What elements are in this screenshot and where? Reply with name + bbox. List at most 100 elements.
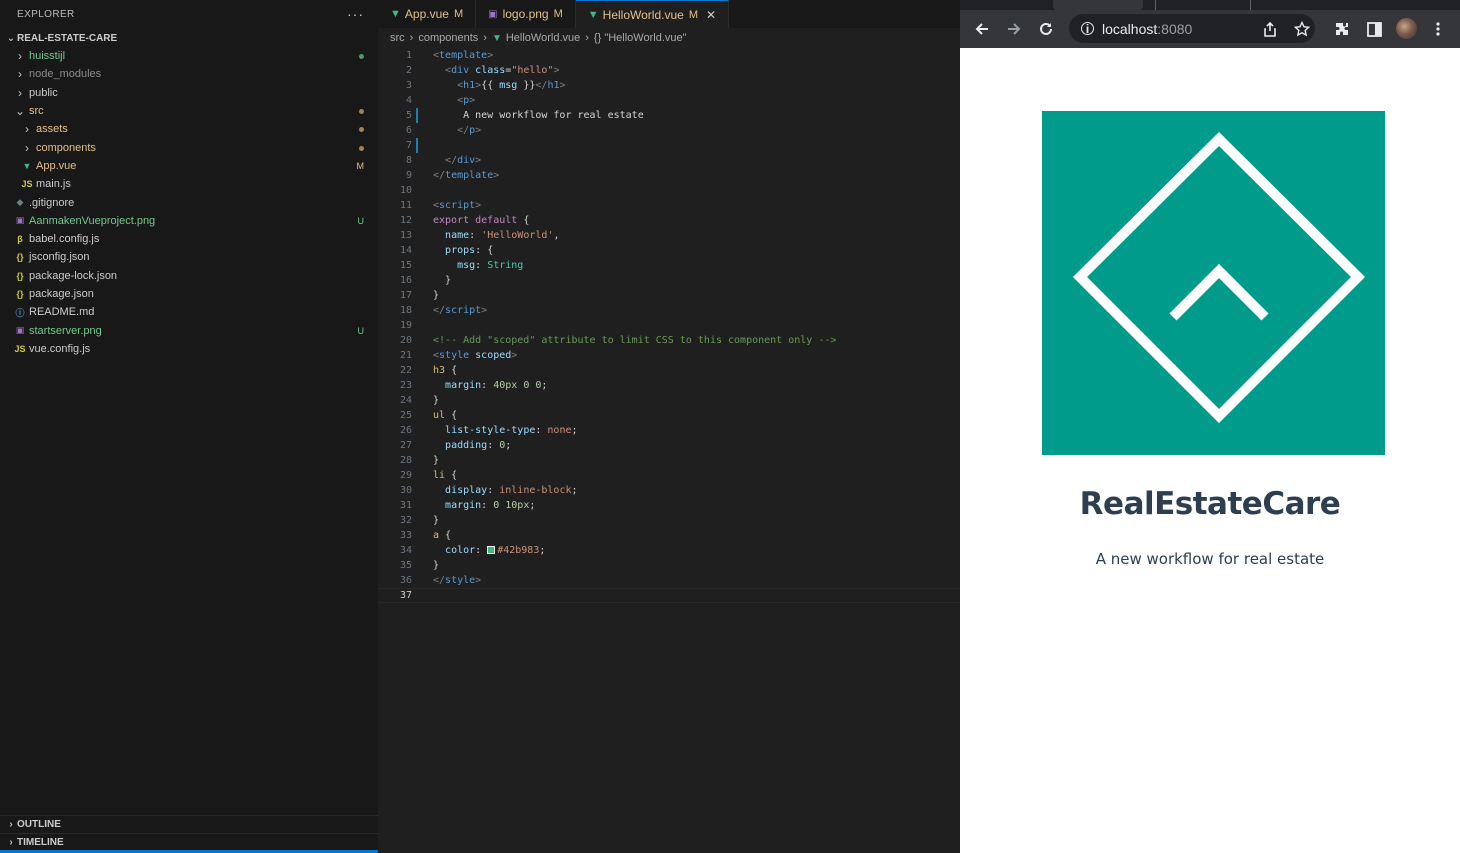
code-line[interactable]: 2 <div class="hello"> (378, 63, 960, 78)
code-line[interactable]: 14 props: { (378, 243, 960, 258)
timeline-panel[interactable]: › TIMELINE (0, 833, 378, 851)
more-actions-icon[interactable]: ··· (347, 6, 364, 22)
code-line[interactable]: 34 color: #42b983; (378, 543, 960, 558)
code-text: h3 { (433, 365, 457, 376)
breadcrumb-item[interactable]: src (390, 32, 405, 44)
code-token: > (475, 200, 482, 211)
tree-item[interactable]: {} package.json (0, 285, 378, 303)
code-line[interactable]: 31 margin: 0 10px; (378, 498, 960, 513)
code-line[interactable]: 15 msg: String (378, 258, 960, 273)
code-line[interactable]: 1 <template> (378, 48, 960, 63)
code-line[interactable]: 10 (378, 183, 960, 198)
modified-dot-icon (359, 124, 364, 134)
tree-item[interactable]: › huisstijl (0, 47, 378, 65)
code-line[interactable]: 7 (378, 138, 960, 153)
code-line[interactable]: 37 (378, 588, 960, 603)
close-icon[interactable]: ✕ (706, 8, 716, 22)
breadcrumb-item[interactable]: HelloWorld.vue (506, 32, 580, 44)
code-line[interactable]: 25 ul { (378, 408, 960, 423)
tree-item[interactable]: › public (0, 84, 378, 102)
code-line[interactable]: 18 </script> (378, 303, 960, 318)
chevron-right-icon: › (18, 67, 22, 82)
code-line[interactable]: 6 </p> (378, 123, 960, 138)
tree-item-label: babel.config.js (29, 233, 100, 246)
tree-item[interactable]: › assets (0, 120, 378, 138)
code-area[interactable]: 1 <template> 2 <div class="hello"> 3 <h1>{{… (378, 48, 960, 603)
code-line[interactable]: 21 <style scoped> (378, 348, 960, 363)
profile-avatar[interactable] (1396, 18, 1417, 39)
tree-item[interactable]: JS vue.config.js (0, 340, 378, 358)
tree-item[interactable]: › node_modules (0, 65, 378, 83)
tree-item[interactable]: {} package-lock.json (0, 267, 378, 285)
code-text: list-style-type: none; (433, 425, 577, 436)
tree-item[interactable]: {} jsconfig.json (0, 248, 378, 266)
site-info-icon[interactable]: i (1081, 22, 1094, 36)
browser-tab[interactable] (1250, 0, 1330, 10)
share-icon[interactable] (1254, 13, 1286, 45)
tree-item[interactable]: ▼ App.vue M (0, 157, 378, 175)
code-line[interactable]: 8 </div> (378, 153, 960, 168)
line-number: 29 (399, 470, 412, 481)
code-text: name: 'HelloWorld', (433, 230, 559, 241)
editor-tab[interactable]: ▼ App.vue M (378, 0, 477, 28)
forward-icon[interactable] (998, 13, 1030, 45)
code-line[interactable]: 13 name: 'HelloWorld', (378, 228, 960, 243)
tree-item[interactable]: JS main.js (0, 175, 378, 193)
editor-tab[interactable]: ▣ logo.png M (476, 0, 576, 28)
color-swatch[interactable] (487, 546, 496, 554)
code-text: <template> (433, 50, 493, 61)
bookmark-star-icon[interactable] (1286, 13, 1318, 45)
breadcrumb-item[interactable]: components (418, 32, 478, 44)
code-line[interactable]: 32} (378, 513, 960, 528)
code-token: </ (445, 155, 458, 166)
reload-icon[interactable] (1030, 13, 1062, 45)
code-line[interactable]: 23 margin: 40px 0 0; (378, 378, 960, 393)
code-line[interactable]: 22 h3 { (378, 363, 960, 378)
line-number: 6 (405, 125, 412, 136)
extensions-icon[interactable] (1326, 13, 1358, 45)
tree-item[interactable]: › components (0, 138, 378, 156)
code-line[interactable]: 12 export default { (378, 213, 960, 228)
code-line[interactable]: 29 li { (378, 468, 960, 483)
code-line[interactable]: 33 a { (378, 528, 960, 543)
code-line[interactable]: 11 <script> (378, 198, 960, 213)
code-line[interactable]: 9 </template> (378, 168, 960, 183)
tree-item[interactable]: ▣ startserver.png U (0, 321, 378, 339)
code-line[interactable]: 27 padding: 0; (378, 438, 960, 453)
code-line[interactable]: 16 } (378, 273, 960, 288)
menu-kebab-icon[interactable] (1422, 13, 1454, 45)
line-number: 30 (399, 485, 412, 496)
code-line[interactable]: 28} (378, 453, 960, 468)
code-text: <!-- Add "scoped" attribute to limit CSS… (433, 335, 836, 346)
code-line[interactable]: 24} (378, 393, 960, 408)
code-line[interactable]: 36 </style> (378, 573, 960, 588)
code-line[interactable]: 5 A new workflow for real estate (378, 108, 960, 123)
outline-panel[interactable]: › OUTLINE (0, 815, 378, 833)
breadcrumb-item[interactable]: {} "HelloWorld.vue" (594, 32, 687, 44)
tree-item[interactable]: ▣ AanmakenVueproject.png U (0, 212, 378, 230)
tree-item[interactable]: ⓘ README.md (0, 303, 378, 321)
code-token: > (469, 95, 476, 106)
code-line[interactable]: 20 <!-- Add "scoped" attribute to limit C… (378, 333, 960, 348)
browser-tab[interactable] (1155, 0, 1235, 10)
tree-item[interactable]: ◆ .gitignore (0, 193, 378, 211)
back-icon[interactable] (966, 13, 998, 45)
project-root[interactable]: ⌄ REAL-ESTATE-CARE (0, 29, 378, 47)
line-number: 18 (399, 305, 412, 316)
code-line[interactable]: 17} (378, 288, 960, 303)
code-line[interactable]: 30 display: inline-block; (378, 483, 960, 498)
code-line[interactable]: 19 (378, 318, 960, 333)
code-line[interactable]: 3 <h1>{{ msg }}</h1> (378, 78, 960, 93)
code-line[interactable]: 35} (378, 558, 960, 573)
tree-item-label: huisstijl (29, 50, 66, 63)
editor-tab[interactable]: ▼ HelloWorld.vue M ✕ (575, 0, 730, 28)
browser-tab-active[interactable] (1053, 0, 1143, 10)
tree-item[interactable]: β babel.config.js (0, 230, 378, 248)
code-line[interactable]: 26 list-style-type: none; (378, 423, 960, 438)
code-line[interactable]: 4 <p> (378, 93, 960, 108)
tree-item[interactable]: ⌄ src (0, 102, 378, 120)
side-panel-icon[interactable] (1358, 13, 1390, 45)
